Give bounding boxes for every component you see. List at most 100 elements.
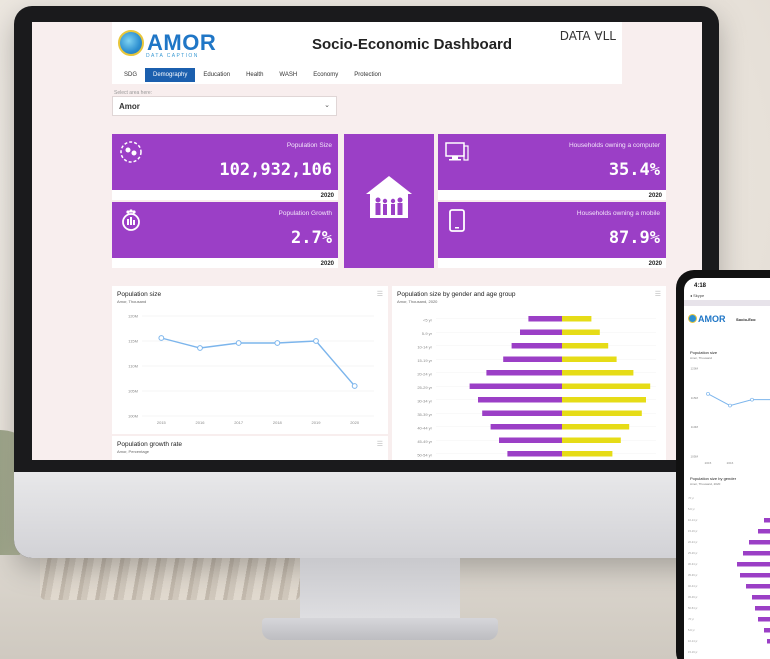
x-tick-label: 2015	[705, 461, 712, 465]
bar-male	[743, 551, 770, 556]
y-tick-label: 105M	[690, 455, 698, 459]
tab-health[interactable]: Health	[238, 68, 271, 82]
y-tick-label: 20-24 yr	[688, 540, 698, 544]
bar-female	[562, 343, 609, 349]
bar-female	[562, 329, 600, 335]
x-tick-label: 2015	[157, 420, 167, 425]
bar-female	[562, 410, 642, 416]
monitor-stand-foot	[262, 618, 498, 640]
bar-male	[758, 529, 770, 534]
y-tick-label: 15-19 yr	[688, 529, 698, 533]
card-value: 35.4%	[608, 160, 660, 180]
y-tick-label: 120M	[128, 314, 138, 319]
tab-wash[interactable]: WASH	[271, 68, 305, 82]
x-tick-label: 2019	[312, 420, 322, 425]
partner-logo[interactable]: DATA ∀LL	[560, 30, 616, 42]
bar-female	[562, 437, 621, 443]
x-tick-label: 2017	[234, 420, 244, 425]
bar-male	[528, 316, 562, 322]
card-footer: 2020	[112, 258, 338, 268]
y-tick-label: 15-19 yr	[417, 358, 432, 363]
bar-male	[478, 397, 562, 403]
phone-screen: 4:18 ◂ Skype AMOR Socio-Eco Population s…	[684, 278, 770, 659]
bar-male	[499, 437, 562, 443]
bar-male	[507, 451, 562, 457]
y-tick-label: 20-24 yr	[417, 372, 432, 377]
x-tick-label: 2016	[196, 420, 206, 425]
growth-icon	[118, 208, 144, 231]
population-line-chart: 120M 115M 110M 105M 100M 2015 2016 2017 2018 2019…	[128, 314, 374, 425]
y-tick-label: 10-14 yr	[417, 345, 432, 350]
card-population-size[interactable]: Population Size 102,932,106 2020	[112, 134, 338, 200]
bar-male	[482, 410, 562, 416]
chart-menu-icon[interactable]: ☰	[377, 440, 383, 448]
series-line	[161, 337, 356, 387]
tab-education[interactable]: Education	[195, 68, 238, 82]
area-select[interactable]: Amor ⌄	[112, 96, 337, 116]
x-tick-label: 2018	[273, 420, 283, 425]
y-tick-label: 45-49 yr	[417, 439, 432, 444]
card-population-growth[interactable]: Population Growth 2.7% 2020	[112, 202, 338, 268]
phone-logo-text: AMOR	[698, 314, 726, 324]
bar-male	[764, 518, 770, 523]
phone-line-chart: 120M 115M 110M 105M 2015 2016	[690, 367, 770, 465]
card-title: Households owning a computer	[568, 142, 660, 149]
logo-subtitle: DATA CAPTION	[146, 53, 199, 59]
phone-chart-title: Population size by gender	[690, 476, 737, 481]
tab-economy[interactable]: Economy	[305, 68, 346, 82]
y-tick-label: 25-29 yr	[688, 551, 698, 555]
y-tick-label: 5-9 yr	[688, 628, 695, 632]
bar-male	[490, 424, 562, 430]
chart-subtitle: Amor, Percentage	[117, 449, 150, 454]
monitor-stand	[300, 558, 460, 624]
y-tick-label: 100M	[128, 414, 138, 419]
center-household-card	[344, 134, 434, 268]
y-tick-label: 50-54 yr	[417, 453, 432, 458]
card-households-mobile[interactable]: Households owning a mobile 87.9% 2020	[438, 202, 666, 268]
bar-female	[562, 451, 613, 457]
page-title: Socio-Economic Dashboard	[312, 36, 513, 53]
phone-chart-subtitle: Amor, Thousand, 2020	[690, 482, 721, 486]
bar-male	[764, 628, 770, 633]
tab-protection[interactable]: Protection	[346, 68, 389, 82]
bar-female	[562, 316, 592, 322]
y-tick-label: 10-14 yr	[688, 639, 698, 643]
y-tick-label: 10-14 yr	[688, 518, 698, 522]
data-point	[750, 397, 754, 402]
card-footer: 2020	[112, 190, 338, 200]
card-households-computer[interactable]: Households owning a computer 35.4% 2020	[438, 134, 666, 200]
y-tick-label: 40-44 yr	[688, 584, 698, 588]
panel-population-pyramid: Population size by gender and age group …	[392, 286, 666, 460]
x-tick-label: 2020	[350, 420, 360, 425]
bar-female	[562, 356, 617, 362]
card-title: Population Growth	[278, 210, 332, 217]
tab-demography[interactable]: Demography	[145, 68, 196, 82]
y-tick-label: 110M	[128, 364, 138, 369]
phone-back-link[interactable]: ◂ Skype	[690, 293, 704, 298]
y-tick-label: 5-9 yr	[422, 331, 433, 336]
y-tick-label: 120M	[690, 367, 698, 371]
card-footer: 2020	[438, 258, 666, 268]
chart-title: Population growth rate	[117, 441, 183, 448]
card-title: Households owning a mobile	[576, 210, 660, 217]
y-tick-label: 115M	[691, 396, 699, 400]
bar-male	[749, 540, 770, 545]
card-year: 2020	[320, 193, 334, 199]
bar-male	[737, 562, 770, 567]
bar-male	[740, 573, 770, 578]
data-point	[197, 345, 203, 351]
y-tick-label: 15-19 yr	[688, 650, 698, 654]
y-tick-label: <5 yr	[688, 617, 694, 621]
data-point	[235, 340, 242, 346]
panel-population-size: Population size Amor, Thousand ☰ 120M 115…	[112, 286, 388, 434]
phone-bar-chart: <5 yr 5-9 yr 10-14 yr 15-19 yr 20-24 yr 25-29…	[688, 496, 770, 654]
bar-male	[520, 329, 562, 335]
tab-sdg[interactable]: SDG	[116, 68, 145, 82]
data-point	[728, 403, 732, 408]
population-icon	[118, 140, 144, 163]
monitor-chin	[14, 472, 719, 558]
y-tick-label: 50-54 yr	[688, 606, 698, 610]
y-tick-label: <5 yr	[423, 318, 433, 323]
phone-logo[interactable]: AMOR	[688, 314, 726, 324]
globe-icon	[118, 30, 144, 56]
